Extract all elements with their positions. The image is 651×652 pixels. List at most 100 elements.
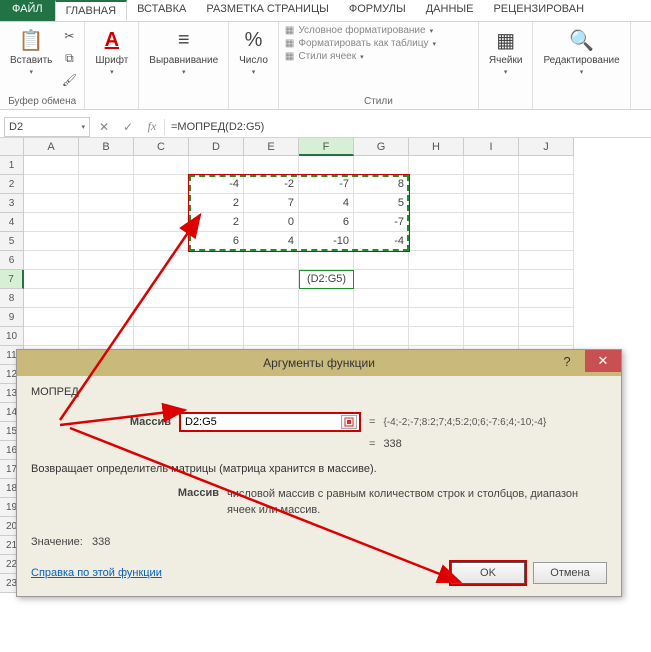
cell-G3[interactable]: 5 (354, 194, 409, 213)
cell-B9[interactable] (79, 308, 134, 327)
cell-G6[interactable] (354, 251, 409, 270)
name-box[interactable]: D2 ▾ (4, 117, 90, 137)
cancel-button[interactable]: Отмена (533, 562, 607, 584)
dialog-close-button[interactable]: ✕ (585, 350, 621, 372)
col-header-A[interactable]: A (24, 138, 79, 156)
cell-J2[interactable] (519, 175, 574, 194)
cell-B1[interactable] (79, 156, 134, 175)
cell-D3[interactable]: 2 (189, 194, 244, 213)
cell-H8[interactable] (409, 289, 464, 308)
cell-B7[interactable] (79, 270, 134, 289)
cell-E8[interactable] (244, 289, 299, 308)
cell-B8[interactable] (79, 289, 134, 308)
cell-A5[interactable] (24, 232, 79, 251)
cell-B2[interactable] (79, 175, 134, 194)
copy-button[interactable]: ⧉ (60, 49, 78, 67)
cell-C8[interactable] (134, 289, 189, 308)
row-header-9[interactable]: 9 (0, 308, 24, 327)
cell-A3[interactable] (24, 194, 79, 213)
cell-I6[interactable] (464, 251, 519, 270)
cell-E1[interactable] (244, 156, 299, 175)
tab-data[interactable]: ДАННЫЕ (416, 0, 484, 21)
cell-A4[interactable] (24, 213, 79, 232)
cell-I8[interactable] (464, 289, 519, 308)
tab-insert[interactable]: ВСТАВКА (127, 0, 196, 21)
cell-E10[interactable] (244, 327, 299, 346)
row-header-10[interactable]: 10 (0, 327, 24, 346)
row-header-1[interactable]: 1 (0, 156, 24, 175)
cell-J10[interactable] (519, 327, 574, 346)
formula-bar[interactable]: =МОПРЕД(D2:G5) (164, 119, 651, 135)
cut-button[interactable]: ✂ (60, 27, 78, 45)
cell-D1[interactable] (189, 156, 244, 175)
cell-styles-button[interactable]: ▦Стили ячеек▾ (285, 51, 436, 62)
format-painter-button[interactable]: 🖌 (60, 71, 78, 89)
cell-F10[interactable] (299, 327, 354, 346)
tab-page-layout[interactable]: РАЗМЕТКА СТРАНИЦЫ (196, 0, 338, 21)
tab-file[interactable]: ФАЙЛ (0, 0, 55, 21)
cell-D6[interactable] (189, 251, 244, 270)
format-as-table-button[interactable]: ▦Форматировать как таблицу▾ (285, 38, 436, 49)
number-button[interactable]: % Число ▾ (235, 25, 272, 78)
cell-B10[interactable] (79, 327, 134, 346)
cell-D10[interactable] (189, 327, 244, 346)
cell-F1[interactable] (299, 156, 354, 175)
cell-G10[interactable] (354, 327, 409, 346)
cell-D8[interactable] (189, 289, 244, 308)
cell-J6[interactable] (519, 251, 574, 270)
cell-I10[interactable] (464, 327, 519, 346)
cell-D4[interactable]: 2 (189, 213, 244, 232)
cell-E9[interactable] (244, 308, 299, 327)
cell-F9[interactable] (299, 308, 354, 327)
font-button[interactable]: A Шрифт ▾ (91, 25, 132, 78)
cell-C4[interactable] (134, 213, 189, 232)
col-header-F[interactable]: F (299, 138, 354, 156)
cell-E4[interactable]: 0 (244, 213, 299, 232)
ok-button[interactable]: OK (451, 562, 525, 584)
cell-H3[interactable] (409, 194, 464, 213)
row-header-6[interactable]: 6 (0, 251, 24, 270)
conditional-formatting-button[interactable]: ▦Условное форматирование▾ (285, 25, 436, 36)
col-header-J[interactable]: J (519, 138, 574, 156)
cell-A2[interactable] (24, 175, 79, 194)
tab-formulas[interactable]: ФОРМУЛЫ (339, 0, 416, 21)
cell-C10[interactable] (134, 327, 189, 346)
alignment-button[interactable]: ≡ Выравнивание ▾ (145, 25, 222, 78)
function-help-link[interactable]: Справка по этой функции (31, 567, 162, 579)
cell-C5[interactable] (134, 232, 189, 251)
cell-J3[interactable] (519, 194, 574, 213)
cell-G2[interactable]: 8 (354, 175, 409, 194)
arg-array-input[interactable] (185, 416, 341, 428)
cell-C1[interactable] (134, 156, 189, 175)
cell-A9[interactable] (24, 308, 79, 327)
cell-I5[interactable] (464, 232, 519, 251)
cell-A7[interactable] (24, 270, 79, 289)
cell-E3[interactable]: 7 (244, 194, 299, 213)
cell-G4[interactable]: -7 (354, 213, 409, 232)
cell-J9[interactable] (519, 308, 574, 327)
cell-C9[interactable] (134, 308, 189, 327)
cell-G9[interactable] (354, 308, 409, 327)
cell-D2[interactable]: -4 (189, 175, 244, 194)
col-header-C[interactable]: C (134, 138, 189, 156)
cell-J4[interactable] (519, 213, 574, 232)
cell-A8[interactable] (24, 289, 79, 308)
cell-G1[interactable] (354, 156, 409, 175)
row-header-2[interactable]: 2 (0, 175, 24, 194)
cell-H1[interactable] (409, 156, 464, 175)
tab-home[interactable]: ГЛАВНАЯ (55, 0, 127, 21)
cell-F8[interactable] (299, 289, 354, 308)
cell-H4[interactable] (409, 213, 464, 232)
cell-I7[interactable] (464, 270, 519, 289)
cell-I4[interactable] (464, 213, 519, 232)
cell-G5[interactable]: -4 (354, 232, 409, 251)
cell-G7[interactable] (354, 270, 409, 289)
row-header-5[interactable]: 5 (0, 232, 24, 251)
cell-A1[interactable] (24, 156, 79, 175)
cell-I2[interactable] (464, 175, 519, 194)
cell-E5[interactable]: 4 (244, 232, 299, 251)
col-header-H[interactable]: H (409, 138, 464, 156)
cell-H2[interactable] (409, 175, 464, 194)
row-header-4[interactable]: 4 (0, 213, 24, 232)
tab-review[interactable]: РЕЦЕНЗИРОВАН (483, 0, 594, 21)
